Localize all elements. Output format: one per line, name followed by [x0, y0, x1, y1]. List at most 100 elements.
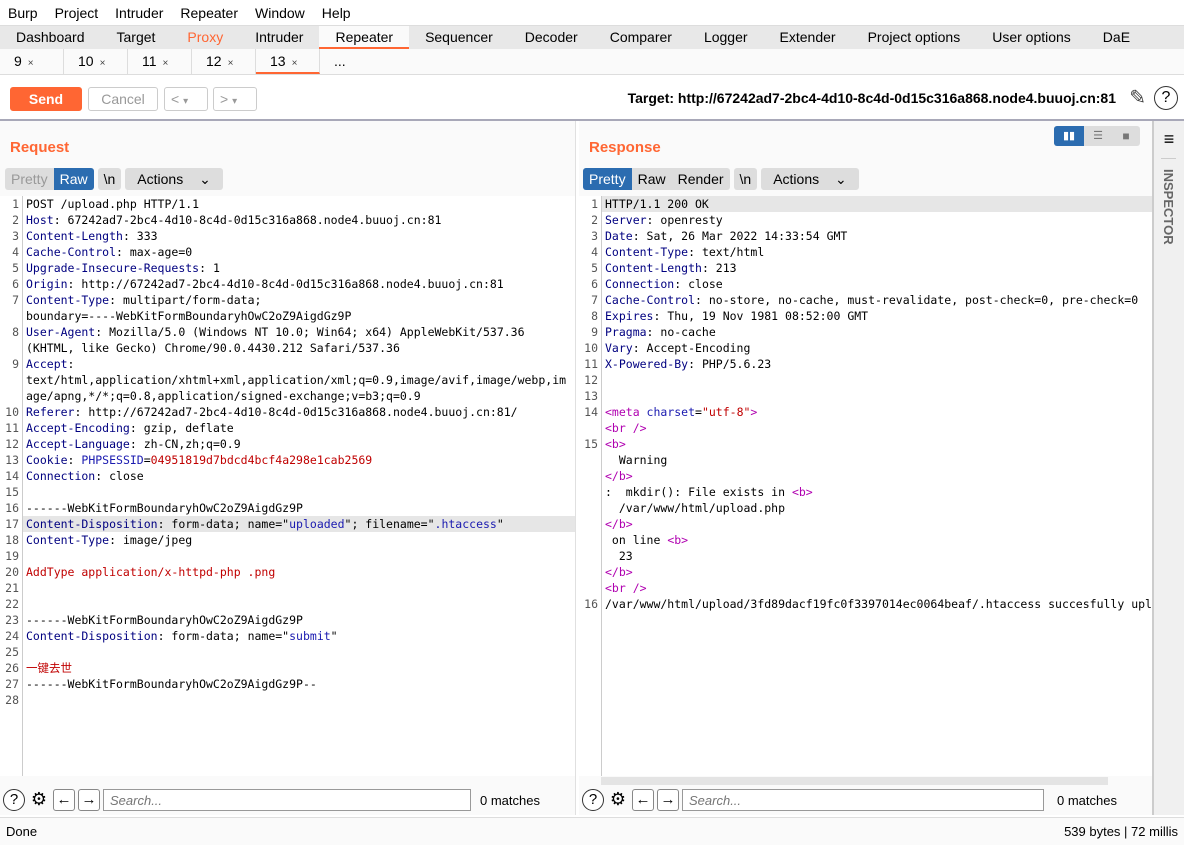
line-content: ------WebKitFormBoundaryhOwC2oZ9AigdGz9P: [26, 500, 303, 516]
code-line: text/html,application/xhtml+xml,applicat…: [0, 372, 575, 388]
token: (KHTML, like Gecko) Chrome/90.0.4430.212…: [26, 341, 400, 355]
line-number: 3: [0, 228, 23, 244]
request-editor[interactable]: 1 POST /upload.php HTTP/1.1 2 Host: 67242ad…: [0, 196, 575, 776]
repeater-tab-13[interactable]: 13 ×: [256, 49, 320, 74]
token: charset: [646, 405, 696, 419]
pretty-tab[interactable]: Pretty: [583, 168, 632, 190]
tab-target[interactable]: Target: [101, 26, 172, 49]
match-count: 0 matches: [480, 792, 540, 808]
more-tabs-button[interactable]: ...: [320, 49, 384, 74]
next-match-arrow-icon[interactable]: →: [657, 789, 679, 811]
tab-label: 11: [142, 53, 157, 69]
token: Accept-Language: [26, 437, 130, 451]
close-icon[interactable]: ×: [28, 58, 34, 69]
token: : openresty: [646, 213, 723, 227]
tab-dashboard[interactable]: Dashboard: [0, 26, 101, 49]
code-line: 8 User-Agent: Mozilla/5.0 (Windows NT 10.…: [0, 324, 575, 340]
line-content: </b>: [605, 564, 633, 580]
tab-logger[interactable]: Logger: [688, 26, 764, 49]
inspector-menu-icon[interactable]: ≡: [1154, 129, 1184, 150]
next-match-arrow-icon[interactable]: →: [78, 789, 100, 811]
inspector-tab[interactable]: INSPECTOR: [1161, 158, 1176, 245]
line-number: 13: [0, 452, 23, 468]
tab-intruder[interactable]: Intruder: [239, 26, 319, 49]
help-icon[interactable]: ?: [1154, 86, 1178, 110]
token: "utf-8": [701, 405, 751, 419]
line-content: Origin: http://67242ad7-2bc4-4d10-8c4d-0…: [26, 276, 504, 292]
dropdown-icon: ▾: [232, 96, 238, 107]
code-line: 7 Cache-Control: no-store, no-cache, must…: [579, 292, 1152, 308]
stacked-layout-icon[interactable]: ☰: [1084, 126, 1112, 146]
tab-comparer[interactable]: Comparer: [594, 26, 688, 49]
close-icon[interactable]: ×: [292, 58, 298, 69]
settings-gear-icon[interactable]: ⚙: [607, 789, 629, 811]
tab-project-options[interactable]: Project options: [852, 26, 977, 49]
token: </b>: [605, 517, 633, 531]
history-forward-button[interactable]: > ▾: [213, 87, 257, 111]
tab-extender[interactable]: Extender: [764, 26, 852, 49]
token: : 333: [122, 229, 158, 243]
line-number: 12: [579, 372, 602, 388]
close-icon[interactable]: ×: [228, 58, 234, 69]
side-by-side-layout-icon[interactable]: ▮▮: [1054, 126, 1084, 146]
help-icon[interactable]: ?: [3, 789, 25, 811]
tab-proxy[interactable]: Proxy: [171, 26, 239, 49]
line-content: Host: 67242ad7-2bc4-4d10-8c4d-0d15c316a8…: [26, 212, 441, 228]
raw-tab[interactable]: Raw: [53, 168, 94, 190]
code-line: 6 Connection: close: [579, 276, 1152, 292]
history-back-button[interactable]: < ▾: [164, 87, 208, 111]
menu-intruder[interactable]: Intruder: [115, 5, 163, 21]
token: : Accept-Encoding: [632, 341, 751, 355]
close-icon[interactable]: ×: [100, 58, 106, 69]
single-layout-icon[interactable]: ■: [1112, 126, 1140, 146]
token: ": [330, 629, 338, 643]
raw-tab[interactable]: Raw: [632, 168, 672, 190]
newline-toggle[interactable]: \n: [734, 168, 758, 190]
line-number: [579, 500, 602, 516]
token: : http://67242ad7-2bc4-4d10-8c4d-0d15c31…: [67, 277, 504, 291]
menu-burp[interactable]: Burp: [8, 5, 38, 21]
tab-decoder[interactable]: Decoder: [509, 26, 594, 49]
close-icon[interactable]: ×: [163, 58, 169, 69]
response-search-input[interactable]: [682, 789, 1044, 811]
render-tab[interactable]: Render: [672, 168, 730, 190]
code-line: 26 一键去世: [0, 660, 575, 676]
code-line: 5 Upgrade-Insecure-Requests: 1: [0, 260, 575, 276]
response-editor[interactable]: 1 HTTP/1.1 200 OK 2 Server: openresty 3 Date:…: [579, 196, 1152, 776]
cancel-button[interactable]: Cancel: [88, 87, 158, 111]
edit-pencil-icon[interactable]: ✎: [1129, 85, 1146, 110]
token: : Thu, 19 Nov 1981 08:52:00 GMT: [653, 309, 869, 323]
repeater-tab-11[interactable]: 11 ×: [128, 49, 192, 74]
pretty-tab[interactable]: Pretty: [5, 168, 54, 190]
repeater-tab-9[interactable]: 9 ×: [0, 49, 64, 74]
repeater-tab-12[interactable]: 12 ×: [192, 49, 256, 74]
tab-sequencer[interactable]: Sequencer: [409, 26, 509, 49]
tab-dae[interactable]: DaE: [1087, 26, 1146, 49]
menu-help[interactable]: Help: [322, 5, 351, 21]
line-number: 1: [579, 196, 602, 212]
settings-gear-icon[interactable]: ⚙: [28, 789, 50, 811]
token: /var/www/html/upload.php: [605, 501, 786, 515]
token: submit: [289, 629, 331, 643]
menu-window[interactable]: Window: [255, 5, 305, 21]
code-line: 23 ------WebKitFormBoundaryhOwC2oZ9AigdGz…: [0, 612, 575, 628]
actions-menu[interactable]: Actions ⌄: [761, 168, 859, 190]
response-panel: Response ▮▮ ☰ ■ Pretty Raw Render \n Actio…: [579, 121, 1152, 815]
actions-menu[interactable]: Actions ⌄: [125, 168, 223, 190]
previous-match-arrow-icon[interactable]: ←: [53, 789, 75, 811]
help-icon[interactable]: ?: [582, 789, 604, 811]
token: <b>: [605, 437, 626, 451]
line-number: [0, 308, 23, 324]
send-button[interactable]: Send: [10, 87, 82, 111]
line-content: : mkdir(): File exists in <b>: [605, 484, 813, 500]
repeater-tab-10[interactable]: 10 ×: [64, 49, 128, 74]
newline-toggle[interactable]: \n: [98, 168, 122, 190]
request-search-input[interactable]: [103, 789, 471, 811]
menu-repeater[interactable]: Repeater: [180, 5, 238, 21]
menu-project[interactable]: Project: [55, 5, 99, 21]
previous-match-arrow-icon[interactable]: ←: [632, 789, 654, 811]
line-number: 25: [0, 644, 23, 660]
tab-user-options[interactable]: User options: [976, 26, 1087, 49]
tab-repeater[interactable]: Repeater: [319, 26, 410, 49]
token: Connection: [605, 277, 675, 291]
